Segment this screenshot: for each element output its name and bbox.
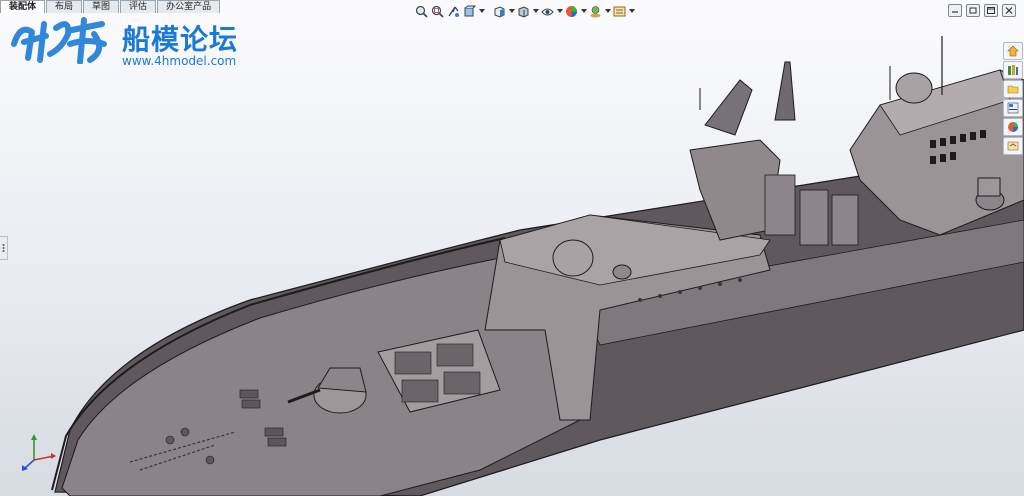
task-pane-tabs: [1003, 42, 1023, 155]
solidworks-resources-icon[interactable]: [1003, 42, 1023, 60]
view-orientation-icon[interactable]: [492, 4, 507, 19]
tab-office-products[interactable]: 办公室产品: [157, 0, 221, 13]
hide-show-dropdown[interactable]: [556, 4, 563, 19]
tab-evaluate[interactable]: 评估: [120, 0, 157, 13]
watermark-title: 船模论坛: [122, 23, 239, 56]
ciws-mount: [975, 177, 1005, 211]
view-settings-dropdown[interactable]: [628, 4, 635, 19]
restore-icon: [969, 7, 977, 14]
chevron-down-icon: [478, 9, 485, 13]
close-icon: [1005, 7, 1013, 14]
command-manager-tabs: 装配体 布局 草图 评估 办公室产品: [0, 0, 221, 13]
restore-viewport-button[interactable]: [966, 4, 980, 17]
edit-appearance-dropdown[interactable]: [580, 4, 587, 19]
close-viewport-button[interactable]: [1002, 4, 1016, 17]
aft-radar-dome: [895, 72, 933, 104]
edit-appearance-icon[interactable]: [564, 4, 579, 19]
watermark-logo-mark: [11, 17, 107, 64]
chevron-down-icon: [508, 9, 515, 13]
hide-show-items-icon[interactable]: [540, 4, 555, 19]
display-style-dropdown[interactable]: [532, 4, 539, 19]
tab-assembly[interactable]: 装配体: [0, 0, 46, 13]
zoom-area-icon[interactable]: [430, 4, 445, 19]
section-view-dropdown[interactable]: [478, 4, 485, 19]
section-view-icon[interactable]: [462, 4, 477, 19]
maximize-viewport-button[interactable]: [984, 4, 998, 17]
apply-scene-icon[interactable]: [588, 4, 603, 19]
zoom-to-fit-icon[interactable]: [414, 4, 429, 19]
previous-view-icon[interactable]: [446, 4, 461, 19]
reference-triad-icon: [22, 434, 56, 471]
view-palette-icon[interactable]: [1003, 99, 1023, 117]
maximize-icon: [987, 7, 995, 14]
minimize-viewport-button[interactable]: [948, 4, 962, 17]
view-orientation-dropdown[interactable]: [508, 4, 515, 19]
minimize-icon: [952, 11, 958, 13]
viewport-window-controls: [948, 4, 1016, 17]
forward-radar-dome: [552, 239, 594, 277]
chevron-down-icon: [628, 9, 635, 13]
appearances-icon[interactable]: [1003, 118, 1023, 136]
view-settings-icon[interactable]: [612, 4, 627, 19]
custom-properties-icon[interactable]: [1003, 137, 1023, 155]
tab-sketch[interactable]: 草图: [83, 0, 120, 13]
watermark-url: www.4hmodel.com: [122, 54, 237, 68]
feature-tree-expand-handle[interactable]: [0, 236, 8, 260]
apply-scene-dropdown[interactable]: [604, 4, 611, 19]
heads-up-view-toolbar: [414, 2, 635, 20]
tab-layout[interactable]: 布局: [46, 0, 83, 13]
ship-3d-model[interactable]: [0, 0, 1024, 496]
display-style-icon[interactable]: [516, 4, 531, 19]
chevron-down-icon: [532, 9, 539, 13]
chevron-down-icon: [580, 9, 587, 13]
chevron-down-icon: [556, 9, 563, 13]
chevron-down-icon: [604, 9, 611, 13]
design-library-icon[interactable]: [1003, 61, 1023, 79]
file-explorer-icon[interactable]: [1003, 80, 1023, 98]
grip-dots-icon: [2, 244, 5, 252]
